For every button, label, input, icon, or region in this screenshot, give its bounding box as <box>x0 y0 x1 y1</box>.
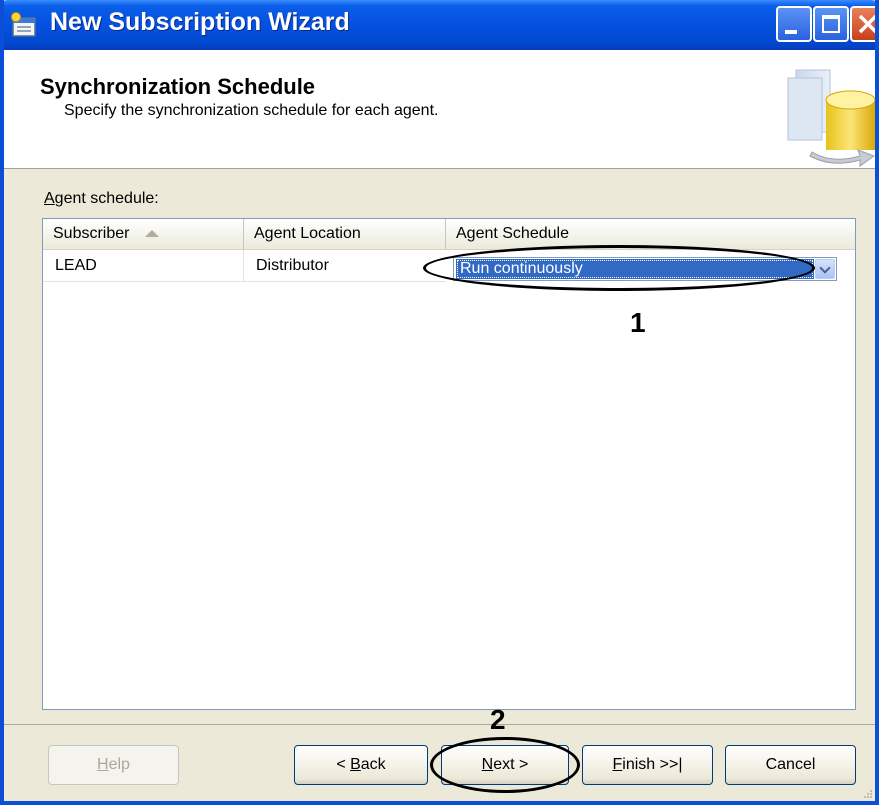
page-title: Synchronization Schedule <box>40 74 316 99</box>
database-sync-icon <box>787 69 875 167</box>
callout-ellipse-1 <box>423 245 815 291</box>
cell-agent-location: Distributor <box>243 250 446 282</box>
page-subtitle: Specify the synchronization schedule for… <box>64 102 439 119</box>
column-header-subscriber[interactable]: Subscriber <box>43 219 243 249</box>
back-button[interactable]: < Back <box>294 745 428 785</box>
grid-header: Subscriber Agent Location Agent Schedule <box>43 219 855 250</box>
row-divider <box>43 281 446 282</box>
agent-schedule-label: Agent schedule: <box>44 190 159 207</box>
cell-subscriber: LEAD <box>55 257 97 274</box>
agent-schedule-grid[interactable]: Subscriber Agent Location Agent Schedule… <box>42 218 856 710</box>
app-icon <box>11 12 36 37</box>
close-icon <box>858 14 875 34</box>
cancel-button[interactable]: Cancel <box>725 745 856 785</box>
wizard-header: Synchronization Schedule Specify the syn… <box>4 50 875 169</box>
dropdown-button[interactable] <box>815 259 835 279</box>
resize-grip-icon[interactable] <box>861 787 873 799</box>
close-button[interactable] <box>850 6 875 42</box>
callout-ellipse-2 <box>430 737 580 793</box>
window-title: New Subscription Wizard <box>50 8 350 36</box>
chevron-down-icon <box>819 262 831 274</box>
title-bar[interactable]: New Subscription Wizard <box>4 0 875 50</box>
sort-ascending-icon <box>145 230 160 238</box>
column-header-agent-location[interactable]: Agent Location <box>243 219 445 249</box>
finish-button[interactable]: Finish >>| <box>582 745 713 785</box>
minimize-icon <box>785 30 797 34</box>
minimize-button[interactable] <box>776 6 812 42</box>
maximize-icon <box>822 15 840 33</box>
callout-number-1: 1 <box>630 307 646 338</box>
maximize-button[interactable] <box>813 6 849 42</box>
footer-divider <box>4 724 875 725</box>
wizard-window: New Subscription Wizard Synchronization … <box>0 0 879 805</box>
callout-number-2: 2 <box>490 704 506 735</box>
help-button[interactable]: Help <box>48 745 179 785</box>
